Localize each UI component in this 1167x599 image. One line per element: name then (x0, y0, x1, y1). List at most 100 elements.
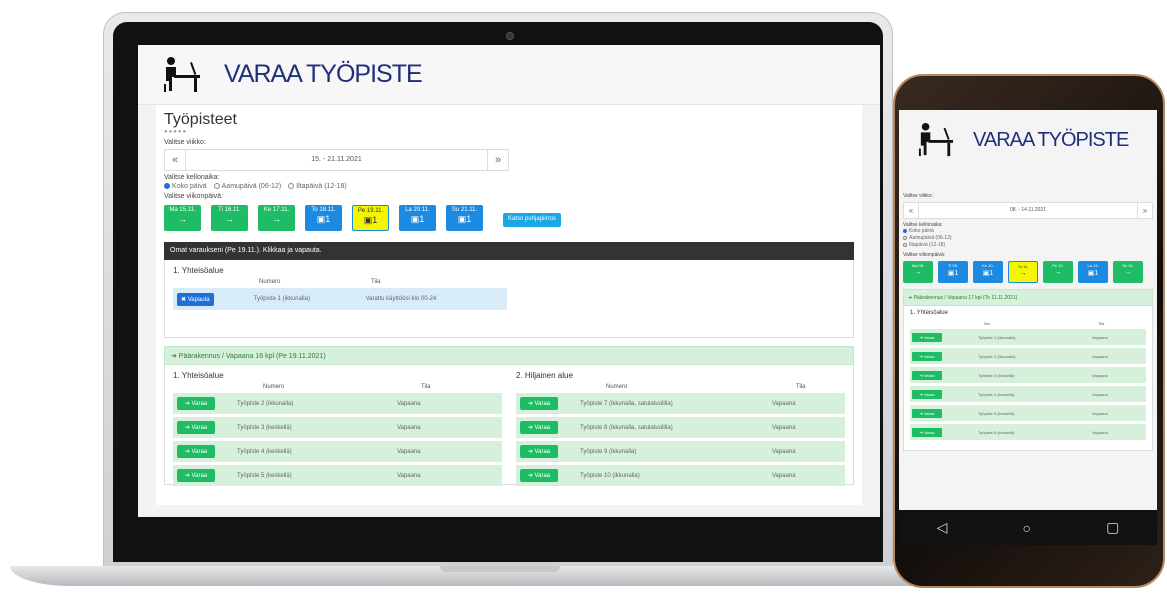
page-title: Työpisteet (164, 111, 237, 128)
day-selector: Ma 08. → Ti 09. ▣1 Ke 10. ▣1 To 11. → Pe 12.… (903, 261, 1153, 283)
desk-worker-logo-icon (164, 56, 200, 92)
section-title: 1. Yhteisöalue (173, 371, 224, 380)
week-value: 15. - 21.11.2021 (185, 150, 488, 170)
week-value: 08. - 14.11.2021 (918, 203, 1138, 218)
day-button-mon[interactable]: Ma 08. → (903, 261, 933, 283)
column-yhteisoalue: 1. Yhteisöalue Numero Tila ➔ Varaa Työpis… (173, 371, 502, 486)
reserve-button[interactable]: ➔ Varaa (912, 389, 942, 399)
workstation-panel: 1. Yhteisöalue Nro Tila ➔ Varaa Työpiste … (903, 306, 1153, 451)
table-row: ➔ Varaa Työpiste 9 (ikkunalla) Vapaana (516, 441, 845, 462)
day-button-tue[interactable]: Ti 09. ▣1 (938, 261, 968, 283)
week-label: Valitse viikko: (903, 193, 933, 199)
day-button-sun[interactable]: Su 14. → (1113, 261, 1143, 283)
day-button-tue[interactable]: Ti 16.11. → (211, 205, 248, 231)
floorplan-button[interactable]: Katso pohjapiirros (503, 213, 562, 227)
day-button-mon[interactable]: Ma 15.11. → (164, 205, 201, 231)
table-row: ➔ Varaa Työpiste 4 (keskellä) Vapaana (173, 441, 502, 462)
arrow-right-icon: → (1124, 269, 1132, 276)
brand-title: VARAA TYÖPISTE (224, 60, 423, 88)
radio-full-day[interactable]: Koko päivä (164, 183, 207, 190)
recents-icon[interactable]: ▢ (1106, 519, 1119, 536)
week-selector: « 15. - 21.11.2021 » (164, 149, 509, 171)
reserve-button[interactable]: ➔ Varaa (177, 421, 215, 434)
table-row: ➔ Varaa Työpiste 6 (keskellä) Vapaana (910, 424, 1146, 440)
workstation-columns: 1. Yhteisöalue Numero Tila ➔ Varaa Työpis… (164, 365, 854, 486)
reservation-row: ✖ Vapauta Työpiste 1 (ikkunalla) Varattu… (173, 288, 507, 310)
next-week-button[interactable]: » (1138, 203, 1152, 218)
next-week-button[interactable]: » (488, 150, 508, 170)
arrow-right-icon: → (178, 214, 187, 224)
day-button-thu[interactable]: To 11. → (1008, 261, 1038, 283)
table-header: Numero Tila (259, 279, 845, 285)
day-button-thu[interactable]: To 18.11. ▣1 (305, 205, 342, 231)
reserve-button[interactable]: ➔ Varaa (520, 445, 558, 458)
arrow-right-icon: → (1019, 270, 1027, 277)
title-dots: ●●●●● (164, 129, 188, 135)
column-hiljainen-alue: 2. Hiljainen alue Numero Tila ➔ Varaa Työ… (516, 371, 845, 486)
brand-title: VARAA TYÖPISTE (973, 128, 1129, 151)
day-button-sun[interactable]: Su 21.11. ▣1 (446, 205, 483, 231)
radio-full-day[interactable]: Koko päivä (903, 228, 1157, 235)
prev-week-button[interactable]: « (165, 150, 185, 170)
phone-screen: VARAA TYÖPISTE Valitse viikko: « 08. - 1… (899, 110, 1157, 510)
calendar-icon: ▣1 (316, 214, 331, 224)
table-header: Numero Tila (606, 384, 806, 390)
arrow-right-icon: → (1054, 269, 1062, 276)
table-row: ➔ Varaa Työpiste 1 (ikkunalla) Vapaana (910, 329, 1146, 345)
home-icon[interactable]: ○ (1023, 520, 1031, 536)
day-button-wed[interactable]: Ke 10. ▣1 (973, 261, 1003, 283)
table-header: Nro Tila (984, 321, 1105, 326)
table-header: Numero Tila (263, 384, 431, 390)
cell-numero: Työpiste 1 (ikkunalla) (253, 296, 310, 302)
radio-afternoon[interactable]: Iltapäivä (12-18) (903, 242, 1157, 249)
day-button-wed[interactable]: Ke 17.11. → (258, 205, 295, 231)
section-title: 1. Yhteisöalue (910, 310, 948, 316)
time-label: Valitse kellonaika: (164, 174, 220, 181)
calendar-icon: ▣1 (982, 270, 994, 277)
reserve-button[interactable]: ➔ Varaa (912, 332, 942, 342)
my-reservations-panel: 1. Yhteisöalue Numero Tila ✖ Vapauta Työ… (164, 260, 854, 338)
building-header: ➔ Päärakennus / Vapaana 17 kpl (To 11.11… (903, 289, 1153, 306)
reserve-button[interactable]: ➔ Varaa (520, 421, 558, 434)
day-button-sat[interactable]: La 13. ▣1 (1078, 261, 1108, 283)
table-row: ➔ Varaa Työpiste 3 (keskellä) Vapaana (910, 367, 1146, 383)
reserve-button[interactable]: ➔ Varaa (177, 445, 215, 458)
reserve-button[interactable]: ➔ Varaa (912, 370, 942, 380)
day-label: Valitse viikonpäivä: (903, 252, 946, 258)
reserve-button[interactable]: ➔ Varaa (177, 469, 215, 482)
day-label: Valitse viikonpäivä: (164, 193, 224, 200)
reserve-button[interactable]: ➔ Varaa (912, 408, 942, 418)
table-row: ➔ Varaa Työpiste 5 (keskellä) Vapaana (910, 405, 1146, 421)
table-row: ➔ Varaa Työpiste 2 (ikkunalla) Vapaana (173, 393, 502, 414)
laptop-notch (440, 566, 560, 572)
radio-morning[interactable]: Aamupäivä (06-12) (903, 235, 1157, 242)
table-row: ➔ Varaa Työpiste 8 (ikkunalla, satulatuol… (516, 417, 845, 438)
prev-week-button[interactable]: « (904, 203, 918, 218)
cell-tila: Varattu käyttöösi klo 00-24 (365, 296, 437, 302)
release-button[interactable]: ✖ Vapauta (177, 292, 214, 306)
table-row: ➔ Varaa Työpiste 10 (ikkunalla) Vapaana (516, 465, 845, 486)
phone-app-header: VARAA TYÖPISTE (899, 110, 1157, 170)
reserve-button[interactable]: ➔ Varaa (177, 397, 215, 410)
back-icon[interactable]: ◁ (937, 519, 948, 536)
day-button-sat[interactable]: La 20.11. ▣1 (399, 205, 436, 231)
day-button-fri[interactable]: Pe 19.11. ▣1 (352, 205, 389, 231)
day-button-fri[interactable]: Pe 12. → (1043, 261, 1073, 283)
reserve-button[interactable]: ➔ Varaa (912, 427, 942, 437)
radio-morning[interactable]: Aamupäivä (06-12) (213, 183, 281, 190)
day-selector: Ma 15.11. → Ti 16.11. → Ke 17.11. → To 18.1… (164, 205, 854, 231)
radio-afternoon[interactable]: Iltapäivä (12-18) (288, 183, 347, 190)
building-header: ➔ Päärakennus / Vapaana 16 kpl (Pe 19.11… (164, 346, 854, 365)
table-row: ➔ Varaa Työpiste 5 (keskellä) Vapaana (173, 465, 502, 486)
reserve-button[interactable]: ➔ Varaa (912, 351, 942, 361)
desk-worker-logo-icon (918, 122, 954, 157)
table-row: ➔ Varaa Työpiste 2 (ikkunalla) Vapaana (910, 348, 1146, 364)
calendar-icon: ▣1 (363, 215, 378, 225)
reserve-button[interactable]: ➔ Varaa (520, 397, 558, 410)
calendar-icon: ▣1 (947, 270, 959, 277)
calendar-icon: ▣1 (410, 214, 425, 224)
phone-nav-bar: ◁ ○ ▢ (899, 510, 1157, 545)
col-tila: Tila (371, 279, 381, 285)
arrow-right-icon: → (272, 214, 281, 224)
reserve-button[interactable]: ➔ Varaa (520, 469, 558, 482)
